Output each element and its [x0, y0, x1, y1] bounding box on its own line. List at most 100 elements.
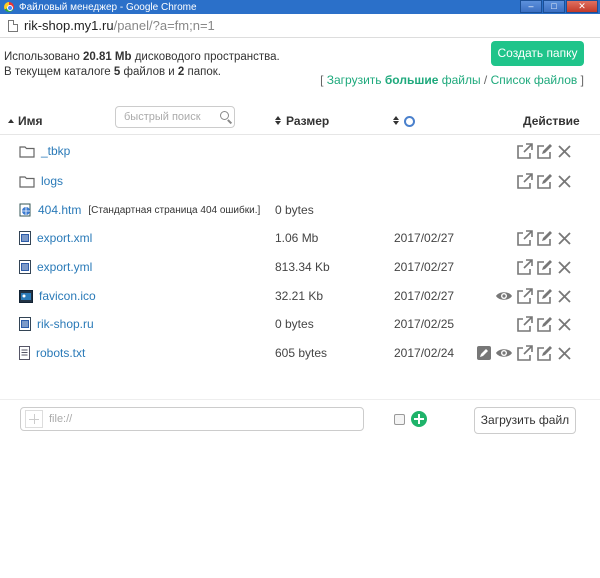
edit-file-icon[interactable]: [475, 344, 493, 362]
open-external-icon[interactable]: [515, 142, 533, 160]
add-upload-field-icon[interactable]: [411, 411, 427, 427]
delete-icon[interactable]: [555, 142, 573, 160]
file-name-link[interactable]: export.xml: [37, 231, 92, 245]
delete-icon[interactable]: [555, 344, 573, 362]
upload-links: [ Загрузить большие файлы / Список файло…: [320, 73, 584, 87]
table-row: favicon.ico 32.21 Kb 2017/02/27: [0, 282, 600, 310]
doc-file-icon: [19, 260, 31, 274]
action-column-header: Действие: [523, 114, 580, 128]
file-name-link[interactable]: 404.htm: [38, 203, 81, 217]
file-size: 0 bytes: [275, 317, 314, 331]
clock-icon: [404, 116, 415, 127]
create-folder-button[interactable]: Создать папку: [491, 41, 584, 66]
file-size: 0 bytes: [275, 203, 314, 217]
window-titlebar: Файловый менеджер - Google Chrome – □ ✕: [0, 0, 600, 14]
delete-icon[interactable]: [555, 229, 573, 247]
rename-icon[interactable]: [535, 258, 553, 276]
view-icon[interactable]: [495, 344, 513, 362]
open-external-icon[interactable]: [515, 258, 533, 276]
url-path: /panel/?a=fm;n=1: [113, 18, 215, 33]
file-manager: Использовано 20.81 Mb дисководого простр…: [0, 39, 600, 578]
file-name-cell: logs: [19, 174, 63, 188]
address-bar[interactable]: rik-shop.my1.ru/panel/?a=fm;n=1: [0, 14, 600, 38]
table-row: export.yml 813.34 Kb 2017/02/27: [0, 253, 600, 281]
open-external-icon[interactable]: [515, 172, 533, 190]
view-icon[interactable]: [495, 287, 513, 305]
sort-icon: [275, 116, 281, 126]
close-window-button[interactable]: ✕: [566, 0, 598, 13]
rename-icon[interactable]: [535, 315, 553, 333]
table-row: logs: [0, 167, 600, 195]
open-external-icon[interactable]: [515, 287, 533, 305]
open-external-icon[interactable]: [515, 229, 533, 247]
file-description: [Стандартная страница 404 ошибки.]: [88, 204, 261, 216]
file-date: 2017/02/27: [394, 231, 455, 245]
delete-icon[interactable]: [555, 287, 573, 305]
upload-big-files-link[interactable]: Загрузить большие файлы: [327, 73, 481, 87]
sort-by-date[interactable]: [393, 114, 415, 128]
file-name-link[interactable]: export.yml: [37, 260, 92, 274]
row-actions: [513, 229, 573, 247]
rename-icon[interactable]: [535, 229, 553, 247]
file-name-cell: export.yml: [19, 260, 92, 274]
file-name-link[interactable]: logs: [41, 174, 63, 188]
disk-usage-info: Использовано 20.81 Mb дисководого простр…: [4, 51, 280, 78]
file-name-cell: robots.txt: [19, 346, 85, 360]
file-list-link[interactable]: Список файлов: [491, 73, 578, 87]
file-date: 2017/02/24: [394, 346, 455, 360]
file-name-cell: _tbkp: [19, 144, 70, 158]
table-row: rik-shop.ru 0 bytes 2017/02/25: [0, 310, 600, 338]
delete-icon[interactable]: [555, 315, 573, 333]
table-header: Имя Размер Действие: [0, 105, 600, 135]
text-file-icon: [19, 346, 30, 360]
upload-file-button[interactable]: Загрузить файл: [474, 407, 576, 434]
page-icon: [8, 19, 18, 32]
folder-icon: [19, 145, 35, 158]
delete-icon[interactable]: [555, 258, 573, 276]
row-actions: [513, 142, 573, 160]
file-name-link[interactable]: robots.txt: [36, 346, 85, 360]
row-actions: [493, 287, 573, 305]
row-actions: [513, 315, 573, 333]
rename-icon[interactable]: [535, 344, 553, 362]
table-row: export.xml 1.06 Mb 2017/02/27: [0, 224, 600, 252]
open-external-icon[interactable]: [515, 315, 533, 333]
file-name-link[interactable]: rik-shop.ru: [37, 317, 94, 331]
doc-file-icon: [19, 231, 31, 245]
table-row: 404.htm [Стандартная страница 404 ошибки.…: [0, 196, 600, 224]
file-date: 2017/02/27: [394, 289, 455, 303]
search-icon[interactable]: [220, 111, 229, 120]
minimize-button[interactable]: –: [520, 0, 542, 13]
table-row: robots.txt 605 bytes 2017/02/24: [0, 339, 600, 367]
rename-icon[interactable]: [535, 142, 553, 160]
quick-search-input[interactable]: [116, 107, 216, 127]
file-name-link[interactable]: _tbkp: [41, 144, 70, 158]
sort-by-name[interactable]: Имя: [8, 114, 43, 128]
row-actions: [473, 344, 573, 362]
file-size: 1.06 Mb: [275, 231, 319, 245]
file-name-link[interactable]: favicon.ico: [39, 289, 96, 303]
image-file-icon: [19, 289, 33, 303]
upload-area: Загрузить файл: [0, 399, 600, 449]
sort-by-size[interactable]: Размер: [275, 114, 329, 128]
upload-option-checkbox[interactable]: [394, 414, 405, 425]
open-external-icon[interactable]: [515, 344, 533, 362]
file-size: 32.21 Kb: [275, 289, 324, 303]
rename-icon[interactable]: [535, 172, 553, 190]
file-name-cell: rik-shop.ru: [19, 317, 94, 331]
file-name-cell: export.xml: [19, 231, 92, 245]
used-space: 20.81 Mb: [82, 51, 132, 63]
add-file-icon[interactable]: [25, 410, 43, 428]
file-url-input[interactable]: [49, 413, 349, 425]
folder-icon: [19, 175, 35, 188]
file-name-cell: 404.htm [Стандартная страница 404 ошибки.…: [19, 203, 260, 217]
file-url-field: [20, 407, 364, 431]
window-title: Файловый менеджер - Google Chrome: [19, 1, 197, 13]
delete-icon[interactable]: [555, 172, 573, 190]
rename-icon[interactable]: [535, 287, 553, 305]
row-actions: [513, 172, 573, 190]
maximize-button[interactable]: □: [543, 0, 565, 13]
table-row: _tbkp: [0, 137, 600, 165]
chrome-icon: [4, 2, 14, 12]
doc-file-icon: [19, 317, 31, 331]
